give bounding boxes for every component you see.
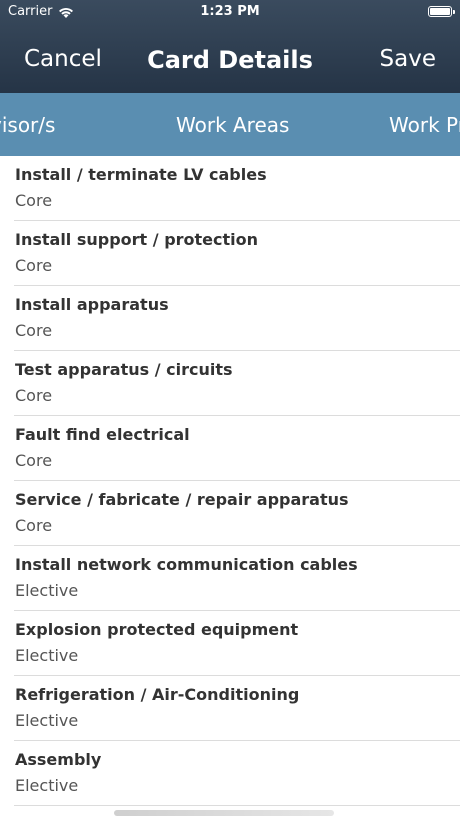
item-title: Install network communication cables	[15, 555, 358, 574]
item-type: Elective	[15, 581, 79, 600]
list-item[interactable]: Service / fabricate / repair apparatus C…	[14, 481, 460, 546]
list-item[interactable]: Install support / protection Core	[14, 221, 460, 286]
tab-work-practices[interactable]: Work Pr	[389, 113, 460, 137]
list-item[interactable]: Install / terminate LV cables Core	[14, 156, 460, 221]
item-title: Install / terminate LV cables	[15, 165, 267, 184]
list-item[interactable]: Fault find electrical Core	[14, 416, 460, 481]
item-type: Core	[15, 386, 53, 405]
work-areas-list: Install / terminate LV cables Core Insta…	[0, 156, 460, 818]
item-title: Assembly	[15, 750, 102, 769]
item-type: Elective	[15, 776, 79, 795]
list-item[interactable]: Install network communication cables Ele…	[14, 546, 460, 611]
status-bar: Carrier 1:23 PM	[0, 0, 460, 24]
list-item[interactable]: Test apparatus / circuits Core	[14, 351, 460, 416]
item-title: Fault find electrical	[15, 425, 190, 444]
item-type: Core	[15, 256, 53, 275]
battery-icon	[428, 6, 455, 17]
save-button[interactable]: Save	[380, 46, 436, 72]
list-item-partial[interactable]	[14, 806, 460, 818]
item-type: Core	[15, 191, 53, 210]
item-type: Elective	[15, 711, 79, 730]
item-title: Refrigeration / Air-Conditioning	[15, 685, 300, 704]
list-item[interactable]: Explosion protected equipment Elective	[14, 611, 460, 676]
clipped-item-text	[114, 810, 334, 816]
list-item[interactable]: Refrigeration / Air-Conditioning Electiv…	[14, 676, 460, 741]
item-type: Core	[15, 451, 53, 470]
item-title: Install apparatus	[15, 295, 169, 314]
item-type: Core	[15, 516, 53, 535]
item-title: Test apparatus / circuits	[15, 360, 233, 379]
item-title: Explosion protected equipment	[15, 620, 299, 639]
tab-supervisors[interactable]: visor/s	[0, 113, 55, 137]
navigation-bar: Cancel Card Details Save	[0, 38, 460, 86]
item-title: Service / fabricate / repair apparatus	[15, 490, 349, 509]
tab-bar: visor/s Work Areas Work Pr	[0, 93, 460, 156]
list-item[interactable]: Assembly Elective	[14, 741, 460, 806]
list-item[interactable]: Install apparatus Core	[14, 286, 460, 351]
item-title: Install support / protection	[15, 230, 259, 249]
item-type: Core	[15, 321, 53, 340]
status-time: 1:23 PM	[200, 4, 260, 19]
tab-work-areas[interactable]: Work Areas	[176, 113, 289, 137]
header: Carrier 1:23 PM Cancel Card Details Save	[0, 0, 460, 93]
item-type: Elective	[15, 646, 79, 665]
